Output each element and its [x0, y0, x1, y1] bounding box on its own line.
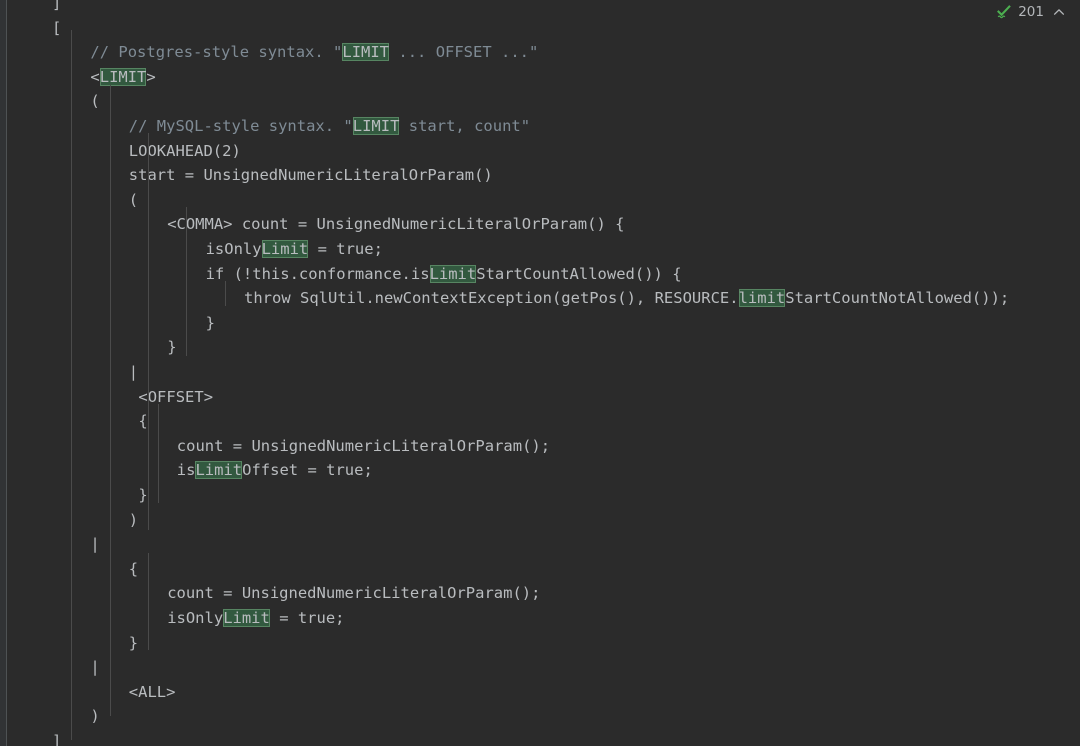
code-text: is — [176, 461, 196, 480]
code-text: ( — [90, 92, 100, 111]
code-text: ) — [128, 510, 139, 529]
code-text: < — [90, 67, 100, 86]
code-text: } — [167, 338, 177, 357]
highlighted-occurrence: Limit — [195, 461, 243, 480]
code-text: { — [138, 412, 148, 431]
code-line[interactable]: isOnlyLimit = true; — [167, 606, 345, 631]
code-line[interactable]: ( — [129, 188, 138, 213]
code-line[interactable]: start = UnsignedNumericLiteralOrParam() — [129, 163, 493, 188]
code-text: = true; — [308, 240, 383, 258]
highlighted-occurrence: LIMIT — [342, 43, 390, 62]
indent-guide — [148, 553, 149, 650]
highlighted-occurrence: LIMIT — [99, 67, 147, 86]
code-line[interactable]: // MySQL-style syntax. "LIMIT start, cou… — [129, 114, 530, 139]
code-comment: ... OFFSET ..." — [389, 43, 539, 62]
code-text: > — [146, 67, 156, 86]
code-text: = true; — [269, 609, 345, 627]
code-text: StartCountAllowed()) { — [476, 264, 682, 283]
code-text: ] — [52, 0, 62, 12]
code-text: count = UnsignedNumericLiteralOrParam(); — [176, 436, 551, 455]
indent-guide — [148, 133, 149, 530]
code-line[interactable]: count = UnsignedNumericLiteralOrParam(); — [177, 434, 550, 459]
code-comment: // MySQL-style syntax. " — [128, 117, 353, 135]
code-text: ( — [128, 190, 139, 209]
indent-guide — [186, 207, 188, 356]
code-line[interactable]: | — [90, 655, 99, 680]
highlighted-occurrence: Limit — [261, 240, 309, 258]
code-text: LOOKAHEAD(2) — [128, 141, 241, 160]
code-line[interactable]: ) — [90, 704, 99, 729]
code-line[interactable]: <ALL> — [129, 680, 176, 705]
code-text: StartCountNotAllowed()); — [785, 289, 1010, 308]
highlighted-occurrence: LIMIT — [352, 117, 400, 135]
code-text: } — [205, 313, 215, 332]
code-line[interactable]: <COMMA> count = UnsignedNumericLiteralOr… — [167, 212, 624, 237]
code-line[interactable]: | — [129, 360, 138, 385]
indent-guide — [109, 85, 111, 716]
code-surface[interactable]: ][// Postgres-style syntax. "LIMIT ... O… — [0, 0, 1080, 746]
code-text: { — [128, 559, 139, 578]
chevron-up-icon[interactable] — [1052, 5, 1066, 19]
code-text: count = UnsignedNumericLiteralOrParam(); — [167, 584, 541, 603]
highlighted-occurrence: Limit — [429, 264, 477, 283]
code-text: ) — [90, 707, 100, 726]
code-line[interactable]: isOnlyLimit = true; — [206, 237, 383, 262]
code-line[interactable]: // Postgres-style syntax. "LIMIT ... OFF… — [90, 40, 538, 65]
code-line[interactable]: LOOKAHEAD(2) — [129, 139, 241, 164]
code-line[interactable]: | — [90, 532, 99, 557]
code-line[interactable]: ] — [52, 0, 61, 16]
code-line[interactable]: isLimitOffset = true; — [177, 458, 373, 483]
code-text: [ — [52, 18, 62, 37]
code-line[interactable]: <OFFSET> — [138, 385, 213, 410]
code-text: } — [138, 486, 148, 504]
code-line[interactable]: ( — [90, 89, 99, 114]
code-comment: start, count" — [399, 117, 531, 135]
code-line[interactable]: } — [167, 335, 176, 360]
code-line[interactable]: } — [138, 483, 147, 508]
code-line[interactable]: if (!this.conformance.isLimitStartCountA… — [206, 262, 682, 287]
code-line[interactable]: count = UnsignedNumericLiteralOrParam(); — [167, 581, 540, 606]
code-line[interactable]: { — [129, 557, 138, 582]
code-text: ] — [52, 732, 62, 746]
code-line[interactable]: [ — [52, 16, 61, 41]
code-text: if (!this.conformance.is — [205, 264, 430, 283]
code-line[interactable]: ) — [129, 508, 138, 533]
code-text: | — [128, 363, 139, 381]
code-line[interactable]: } — [129, 631, 138, 656]
code-text: throw SqlUtil.newContextException(getPos… — [244, 289, 739, 308]
inspection-count: 201 — [1018, 4, 1044, 20]
code-text: Offset = true; — [242, 461, 373, 480]
code-line[interactable]: } — [206, 311, 215, 336]
code-line[interactable]: <LIMIT> — [90, 65, 156, 90]
code-text: isOnly — [167, 609, 224, 627]
highlighted-occurrence: limit — [738, 289, 786, 308]
green-check-squiggle-icon — [996, 4, 1012, 20]
code-text: } — [128, 633, 139, 652]
code-text: <COMMA> count = UnsignedNumericLiteralOr… — [167, 215, 625, 234]
code-line[interactable]: throw SqlUtil.newContextException(getPos… — [244, 286, 1009, 311]
highlighted-occurrence: Limit — [223, 609, 270, 627]
code-comment: // Postgres-style syntax. " — [90, 43, 343, 62]
code-text: <OFFSET> — [138, 387, 214, 406]
indent-guide — [157, 404, 159, 503]
code-text: start = UnsignedNumericLiteralOrParam() — [128, 166, 493, 185]
indent-guide — [71, 30, 73, 740]
inspection-widget[interactable]: 201 — [996, 2, 1066, 22]
code-text: | — [90, 658, 100, 677]
indent-guide — [224, 281, 226, 306]
code-text: isOnly — [205, 240, 262, 258]
code-editor-pane: ][// Postgres-style syntax. "LIMIT ... O… — [0, 0, 1080, 746]
code-text: | — [90, 535, 100, 554]
code-text: <ALL> — [128, 682, 176, 701]
code-line[interactable]: { — [138, 409, 147, 434]
code-line[interactable]: ] — [52, 729, 61, 746]
